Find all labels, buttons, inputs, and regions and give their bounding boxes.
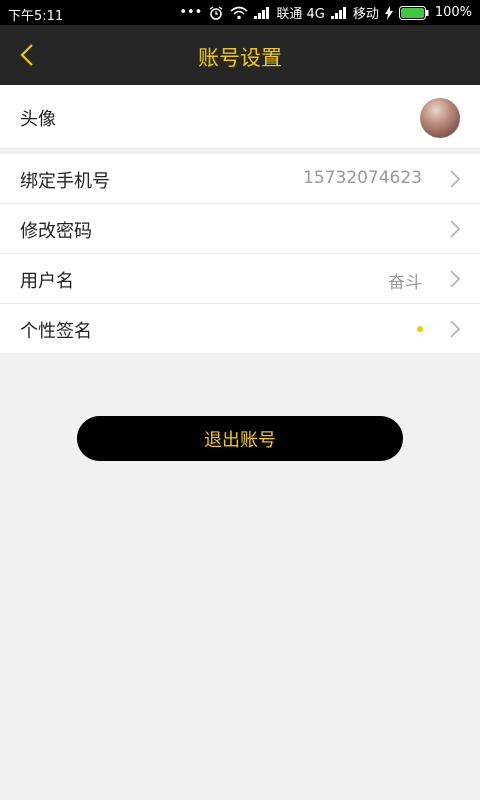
status-time: 下午5:11: [8, 9, 64, 24]
status-bar: 下午5:11 ••• 联通 4G 移动 100%: [0, 0, 480, 25]
signal-icon: [254, 6, 270, 19]
password-label: 修改密码: [20, 221, 92, 242]
wifi-icon: [230, 6, 248, 20]
username-value: 奋斗: [388, 273, 422, 293]
signature-label: 个性签名: [20, 321, 92, 342]
avatar: [420, 98, 460, 138]
unread-dot: [417, 326, 423, 332]
chevron-right-icon: [450, 270, 461, 288]
battery-icon: [398, 5, 429, 20]
carrier-2: 移动: [352, 7, 379, 22]
username-row[interactable]: 用户名 奋斗: [0, 254, 480, 304]
username-label: 用户名: [20, 271, 74, 292]
more-dots-icon: •••: [179, 5, 203, 20]
phone-label: 绑定手机号: [20, 171, 110, 192]
header: 账号设置: [0, 25, 480, 85]
signature-row[interactable]: 个性签名: [0, 304, 480, 353]
chevron-right-icon: [450, 320, 461, 338]
chevron-right-icon: [450, 170, 461, 188]
chevron-right-icon: [450, 220, 461, 238]
signal-icon-2: [330, 6, 347, 19]
avatar-label: 头像: [20, 109, 56, 130]
battery-percent: 100%: [434, 5, 472, 20]
alarm-icon: [208, 5, 224, 21]
logout-button[interactable]: 退出账号: [77, 416, 403, 461]
carrier-1: 联通 4G: [276, 7, 325, 22]
phone-row[interactable]: 绑定手机号 15732074623: [0, 154, 480, 204]
page-title: 账号设置: [198, 46, 282, 70]
phone-value: 15732074623: [303, 168, 422, 188]
password-row[interactable]: 修改密码: [0, 204, 480, 254]
charging-icon: [384, 5, 393, 20]
avatar-row[interactable]: 头像: [0, 85, 480, 149]
